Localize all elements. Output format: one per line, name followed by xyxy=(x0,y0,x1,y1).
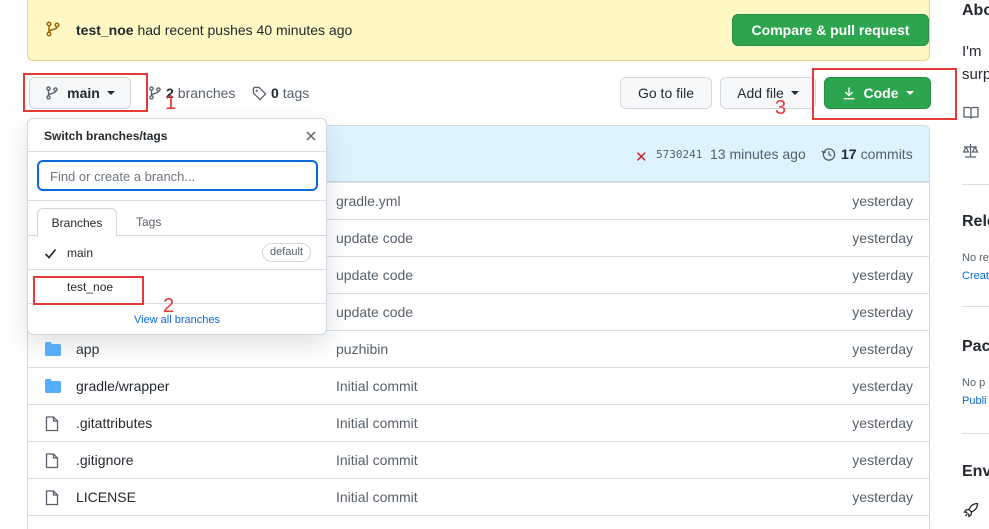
branches-link[interactable]: 2 branches xyxy=(148,85,235,101)
about-description-line2: surp xyxy=(962,66,989,83)
tab-branches[interactable]: Branches xyxy=(37,208,117,237)
commit-message[interactable]: update code xyxy=(336,267,413,283)
banner-message: test_noe had recent pushes 40 minutes ag… xyxy=(76,22,352,38)
divider xyxy=(962,433,989,434)
tab-tags[interactable]: Tags xyxy=(136,215,161,229)
view-all-branches-link[interactable]: View all branches xyxy=(28,314,326,326)
branch-search-input[interactable]: Find or create a branch... xyxy=(37,160,318,191)
file-name[interactable]: LICENSE xyxy=(76,489,136,505)
divider xyxy=(28,200,326,201)
file-row[interactable] xyxy=(28,515,929,529)
annotation-number-1: 1 xyxy=(165,92,177,114)
about-heading: Abo xyxy=(962,2,989,19)
commit-date: yesterday xyxy=(852,304,913,320)
caret-down-icon xyxy=(790,91,799,95)
law-icon[interactable] xyxy=(962,143,979,158)
commit-date: yesterday xyxy=(852,267,913,283)
commit-time: 13 minutes ago xyxy=(710,146,806,162)
annotation-box-3 xyxy=(812,68,957,120)
commit-message[interactable]: Initial commit xyxy=(336,415,418,431)
file-name[interactable]: gradle/wrapper xyxy=(76,378,169,394)
commit-date: yesterday xyxy=(852,378,913,394)
check-icon xyxy=(44,248,57,259)
folder-icon xyxy=(45,342,61,356)
releases-empty-text: No re xyxy=(962,252,989,264)
history-icon xyxy=(821,147,836,161)
tags-count: 0 xyxy=(271,85,279,101)
commit-message[interactable]: gradle.yml xyxy=(336,193,401,209)
commit-sha[interactable]: 5730241 xyxy=(656,148,702,161)
commits-link[interactable]: 17 commits xyxy=(821,146,913,162)
commit-message[interactable]: Initial commit xyxy=(336,489,418,505)
file-name[interactable]: .gitignore xyxy=(76,452,134,468)
commit-message[interactable]: update code xyxy=(336,304,413,320)
annotation-number-2: 2 xyxy=(163,295,175,317)
file-row[interactable]: LICENSE Initial commit yesterday xyxy=(28,478,929,515)
file-row[interactable]: gradle/wrapper Initial commit yesterday xyxy=(28,367,929,404)
publish-package-link[interactable]: Publi xyxy=(962,395,986,407)
folder-icon xyxy=(45,379,61,393)
compare-pull-request-button[interactable]: Compare & pull request xyxy=(732,14,929,46)
file-icon xyxy=(45,453,59,469)
divider xyxy=(962,184,989,185)
branch-item-main[interactable]: main default xyxy=(28,236,326,270)
file-icon xyxy=(45,490,59,506)
tag-icon xyxy=(252,86,267,101)
branch-icon xyxy=(46,21,60,37)
book-icon[interactable] xyxy=(963,106,979,120)
branch-name: main xyxy=(67,246,94,260)
branch-icon xyxy=(149,86,161,100)
branches-label: branches xyxy=(177,85,236,101)
commit-message[interactable]: Initial commit xyxy=(336,452,418,468)
packages-empty-text: No p xyxy=(962,377,986,389)
commit-date: yesterday xyxy=(852,341,913,357)
packages-heading[interactable]: Pac xyxy=(962,338,989,356)
go-to-file-button[interactable]: Go to file xyxy=(620,77,712,109)
annotation-number-3: 3 xyxy=(775,97,787,119)
commits-count: 17 xyxy=(841,146,857,162)
divider xyxy=(962,306,989,307)
file-name[interactable]: app xyxy=(76,341,99,357)
commit-status-failed-icon[interactable]: ✕ xyxy=(635,148,648,166)
create-release-link[interactable]: Creat xyxy=(962,270,989,282)
releases-heading[interactable]: Rele xyxy=(962,213,989,231)
commit-date: yesterday xyxy=(852,489,913,505)
commit-date: yesterday xyxy=(852,230,913,246)
tags-link[interactable]: 0 tags xyxy=(252,85,309,101)
annotation-box-2 xyxy=(33,276,144,305)
file-name[interactable]: .gitattributes xyxy=(76,415,152,431)
commit-date: yesterday xyxy=(852,452,913,468)
rocket-icon[interactable] xyxy=(963,502,979,518)
file-row[interactable]: .gitattributes Initial commit yesterday xyxy=(28,404,929,441)
commit-date: yesterday xyxy=(852,415,913,431)
commits-label: commits xyxy=(860,146,913,162)
annotation-box-1 xyxy=(23,73,148,112)
about-description-line1: I'm xyxy=(962,43,982,60)
commit-message[interactable]: update code xyxy=(336,230,413,246)
tags-label: tags xyxy=(282,85,310,101)
commit-message[interactable]: puzhibin xyxy=(336,341,388,357)
divider xyxy=(28,151,326,152)
commit-message[interactable]: Initial commit xyxy=(336,378,418,394)
banner-branch-name[interactable]: test_noe xyxy=(76,22,134,38)
add-file-button[interactable]: Add file xyxy=(720,77,816,109)
recent-push-banner: test_noe had recent pushes 40 minutes ag… xyxy=(27,0,930,61)
banner-message-text: had recent pushes 40 minutes ago xyxy=(137,22,353,38)
environments-heading[interactable]: Env xyxy=(962,463,989,481)
file-icon xyxy=(45,416,59,432)
close-icon[interactable] xyxy=(305,130,317,142)
file-row[interactable]: app puzhibin yesterday xyxy=(28,330,929,367)
default-badge: default xyxy=(261,243,311,262)
commit-date: yesterday xyxy=(852,193,913,209)
dropdown-title: Switch branches/tags xyxy=(44,129,168,143)
file-row[interactable]: .gitignore Initial commit yesterday xyxy=(28,441,929,478)
